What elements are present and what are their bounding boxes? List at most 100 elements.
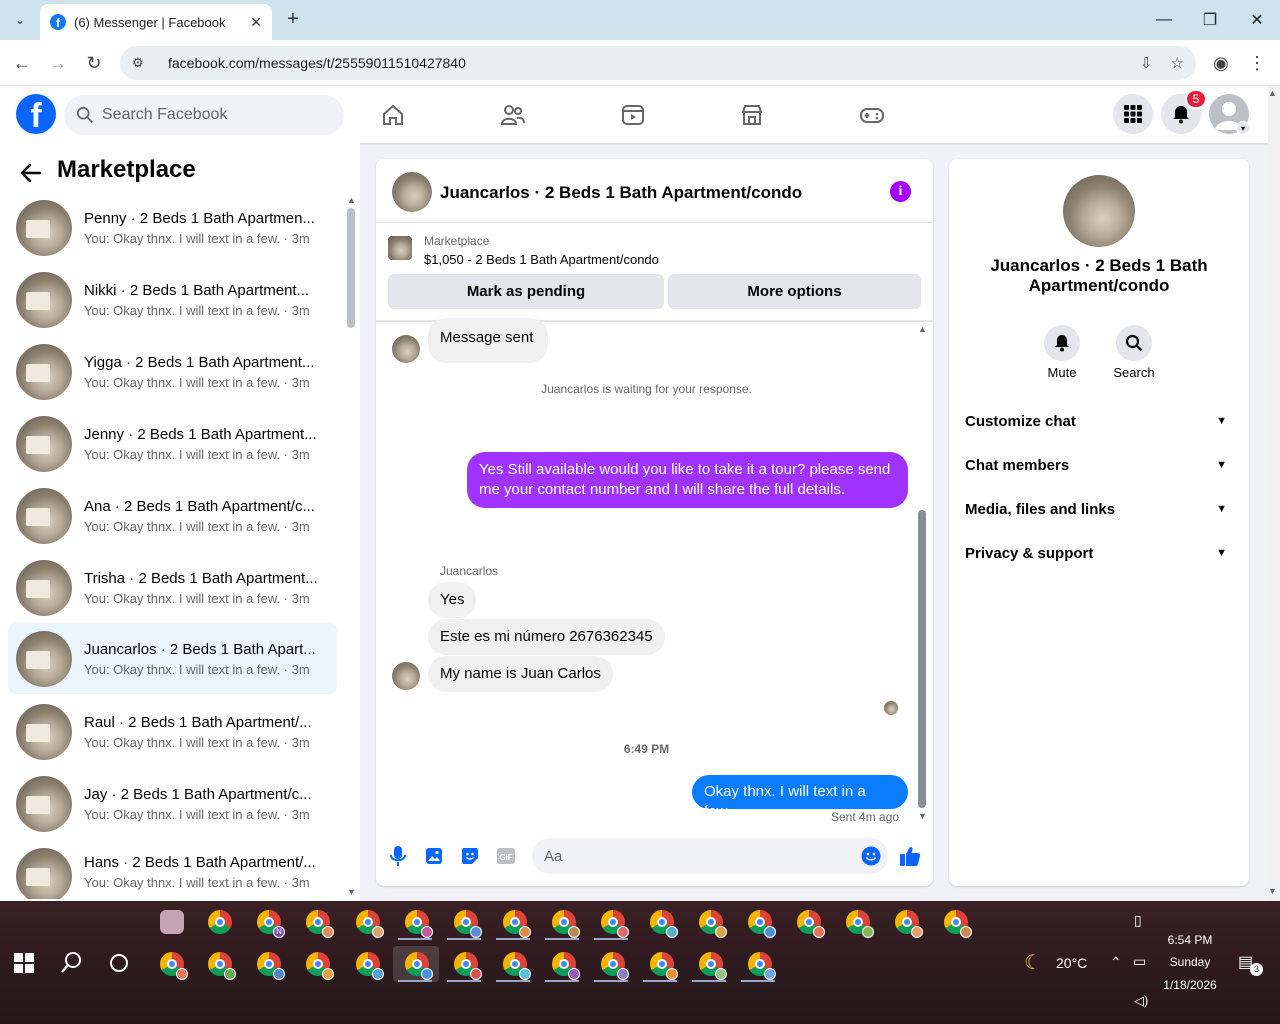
reload-icon[interactable]: ↻ [81,50,107,76]
chrome-icon[interactable] [257,952,285,980]
weather-icon[interactable]: ☾ [1024,950,1042,975]
chrome-icon[interactable] [306,910,334,938]
chrome-icon[interactable] [650,952,678,980]
mark-pending-button[interactable]: Mark as pending [388,274,664,309]
site-settings-icon[interactable]: ⚙ [132,55,154,71]
clock-date[interactable]: 1/18/2026 [1155,978,1225,992]
chrome-icon[interactable] [356,952,384,980]
search-input[interactable]: Search Facebook [64,95,344,135]
chrome-icon[interactable] [601,952,629,980]
customize-chat-section[interactable]: Customize chat ▼ [965,409,1235,433]
listing-title[interactable]: $1,050 - 2 Beds 1 Bath Apartment/condo [424,252,659,267]
facebook-logo[interactable]: f [16,94,56,134]
conversation-item[interactable]: Nikki · 2 Beds 1 Bath Apartment... You: O… [8,267,337,333]
chrome-icon[interactable] [944,910,972,938]
scroll-up-icon[interactable]: ▲ [918,324,927,334]
microphone-icon[interactable] [387,845,409,867]
chrome-icon[interactable] [552,910,580,938]
conversation-item-active[interactable]: Juancarlos · 2 Beds 1 Bath Apart... You: … [8,623,337,694]
privacy-support-section[interactable]: Privacy & support ▼ [965,541,1235,565]
conversation-item[interactable]: Raul · 2 Beds 1 Bath Apartment/... You: O… [8,699,337,765]
chrome-icon[interactable] [208,952,236,980]
conversation-item[interactable]: Yigga · 2 Beds 1 Bath Apartment... You: O… [8,339,337,405]
contact-avatar[interactable] [1063,175,1135,247]
scroll-up-icon[interactable]: ▲ [1268,88,1277,98]
forward-icon[interactable]: → [45,50,71,76]
chrome-icon[interactable] [846,910,874,938]
gaming-icon[interactable] [857,100,887,130]
video-icon[interactable] [618,100,648,130]
tab-search-icon[interactable]: ⌄ [8,8,32,32]
chrome-icon[interactable] [503,952,531,980]
close-tab-icon[interactable]: ✕ [250,14,262,31]
chrome-icon[interactable] [650,910,678,938]
clock-time[interactable]: 6:54 PM [1160,933,1220,947]
network-icon[interactable]: ▭ [1133,953,1146,970]
message-input[interactable]: Aa [532,838,888,874]
chat-title[interactable]: Juancarlos · 2 Beds 1 Bath Apartment/con… [440,183,802,203]
chat-members-section[interactable]: Chat members ▼ [965,453,1235,477]
chrome-icon[interactable] [601,910,629,938]
account-icon[interactable]: ◉ [1208,50,1234,76]
chrome-icon[interactable] [356,910,384,938]
chrome-icon[interactable] [895,910,923,938]
scrollbar-thumb[interactable] [918,510,926,808]
chrome-icon[interactable] [699,910,727,938]
restore-icon[interactable]: ❐ [1187,0,1233,40]
chrome-icon[interactable] [503,910,531,938]
install-icon[interactable]: ⇩ [1140,54,1153,72]
scroll-down-icon[interactable]: ▼ [347,887,356,897]
chrome-icon[interactable] [552,952,580,980]
chrome-icon[interactable] [748,952,776,980]
gif-icon[interactable]: GIF [495,845,517,867]
clock-day[interactable]: Sunday [1160,955,1220,969]
app-icon[interactable] [160,910,184,934]
url-text[interactable]: facebook.com/messages/t/2555901151042784… [168,55,1122,71]
taskbar-search-icon[interactable] [60,950,84,974]
marketplace-icon[interactable] [737,100,767,130]
star-icon[interactable]: ☆ [1171,54,1184,72]
omnibox[interactable]: ⚙ facebook.com/messages/t/25559011510427… [120,46,1196,80]
emoji-icon[interactable] [860,845,882,867]
chrome-icon[interactable] [208,910,232,934]
search-in-chat-button[interactable] [1116,325,1152,361]
conversation-item[interactable]: Penny · 2 Beds 1 Bath Apartmen... You: Ok… [8,195,337,261]
home-icon[interactable] [378,100,408,130]
conversation-item[interactable]: Ana · 2 Beds 1 Bath Apartment/c... You: O… [8,483,337,549]
back-icon[interactable]: ← [9,50,35,76]
page-scrollbar[interactable] [1268,86,1280,901]
menu-grid-icon[interactable] [1113,94,1153,134]
volume-icon[interactable]: ◁) [1134,993,1148,1009]
chrome-icon[interactable] [797,910,825,938]
mute-button[interactable] [1044,325,1080,361]
windows-start-icon[interactable] [14,953,34,973]
chrome-icon[interactable] [699,952,727,980]
new-tab-icon[interactable]: + [282,8,304,30]
cortana-icon[interactable] [110,954,128,972]
browser-tab[interactable]: f (6) Messenger | Facebook ✕ [40,4,272,40]
sticker-icon[interactable] [459,845,481,867]
chevron-down-icon[interactable]: ▾ [1236,121,1250,135]
info-icon[interactable]: i [890,181,911,202]
scroll-down-icon[interactable]: ▼ [918,811,927,821]
conversation-item[interactable]: Jenny · 2 Beds 1 Bath Apartment... You: O… [8,411,337,477]
photo-icon[interactable] [423,845,445,867]
menu-icon[interactable]: ⋮ [1244,50,1270,76]
tablet-mode-icon[interactable]: ▯ [1134,912,1142,929]
minimize-icon[interactable]: — [1141,0,1187,40]
back-arrow-icon[interactable] [18,160,44,186]
chrome-icon[interactable] [748,910,776,938]
chrome-icon[interactable] [454,952,482,980]
chrome-icon[interactable] [160,952,188,980]
chrome-icon[interactable] [405,910,433,938]
scroll-down-icon[interactable]: ▼ [1268,886,1277,896]
chrome-icon[interactable] [454,910,482,938]
media-files-section[interactable]: Media, files and links ▼ [965,497,1235,521]
scrollbar-thumb[interactable] [347,208,355,328]
close-window-icon[interactable]: ✕ [1234,0,1280,40]
thumbs-up-icon[interactable] [899,845,921,867]
chat-avatar[interactable] [392,172,432,212]
more-options-button[interactable]: More options [668,274,921,309]
chrome-icon[interactable] [306,952,334,980]
conversation-item[interactable]: Jay · 2 Beds 1 Bath Apartment/c... You: O… [8,771,337,837]
